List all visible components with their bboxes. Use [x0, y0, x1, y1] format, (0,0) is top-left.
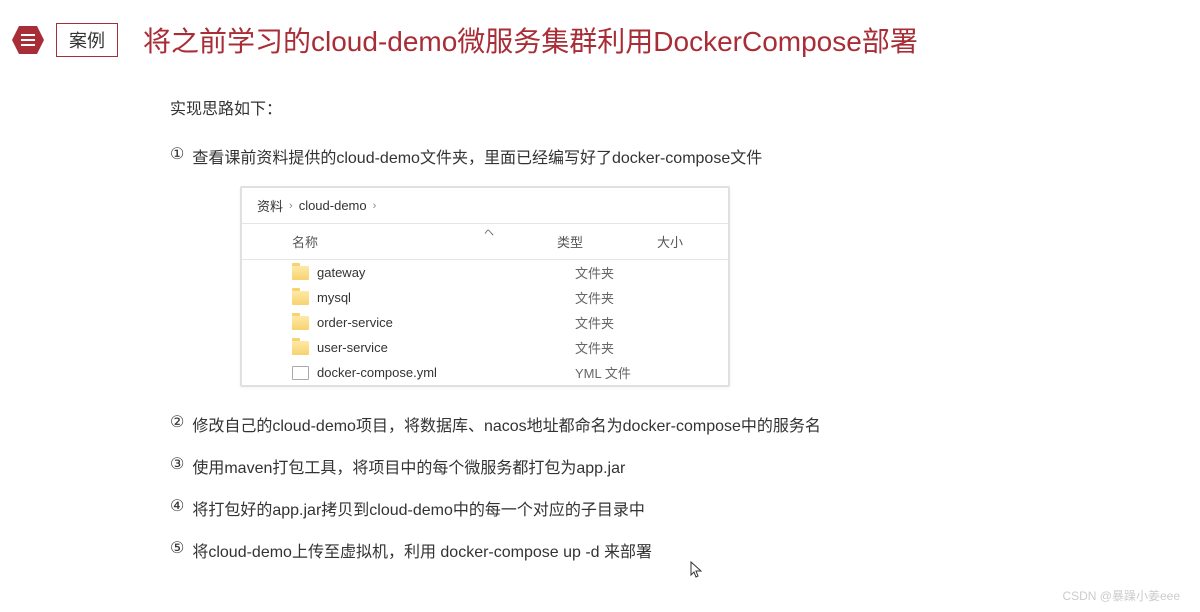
- slide-header: 案例 将之前学习的cloud-demo微服务集群利用DockerCompose部…: [10, 20, 1200, 60]
- file-name: order-service: [317, 315, 575, 330]
- step-3: ③ 使用maven打包工具，将项目中的每个微服务都打包为app.jar: [170, 454, 1200, 478]
- step-text: 将cloud-demo上传至虚拟机，利用 docker-compose up -…: [192, 538, 652, 562]
- step-1: ① 查看课前资料提供的cloud-demo文件夹，里面已经编写好了docker-…: [170, 144, 1200, 168]
- step-5: ⑤ 将cloud-demo上传至虚拟机，利用 docker-compose up…: [170, 538, 1200, 562]
- cursor-icon: [690, 561, 704, 582]
- file-type: 文件夹: [575, 313, 614, 332]
- breadcrumb-part: cloud-demo: [299, 198, 367, 213]
- file-row: gateway文件夹: [242, 260, 728, 285]
- file-name: gateway: [317, 265, 575, 280]
- slide-content: 实现思路如下： ① 查看课前资料提供的cloud-demo文件夹，里面已经编写好…: [170, 95, 1200, 562]
- badge-group: 案例: [10, 22, 118, 58]
- breadcrumb-part: 资料: [257, 196, 283, 215]
- file-type: 文件夹: [575, 263, 614, 282]
- step-number: ⑤: [170, 538, 184, 558]
- file-icon: [292, 366, 309, 380]
- step-number: ①: [170, 144, 184, 164]
- step-2: ② 修改自己的cloud-demo项目，将数据库、nacos地址都命名为dock…: [170, 412, 1200, 436]
- list-hexagon-icon: [10, 22, 46, 58]
- step-number: ③: [170, 454, 184, 474]
- watermark: CSDN @暴躁小姜eee: [1062, 587, 1180, 604]
- breadcrumb: 资料 › cloud-demo ›: [242, 188, 728, 224]
- badge-label: 案例: [56, 23, 118, 57]
- intro-text: 实现思路如下：: [170, 95, 1200, 119]
- step-number: ②: [170, 412, 184, 432]
- chevron-right-icon: ›: [373, 200, 377, 212]
- column-size: 大小: [657, 232, 713, 251]
- file-type: YML 文件: [575, 363, 631, 382]
- file-name: user-service: [317, 340, 575, 355]
- file-row: docker-compose.ymlYML 文件: [242, 360, 728, 385]
- step-text: 使用maven打包工具，将项目中的每个微服务都打包为app.jar: [192, 454, 625, 478]
- column-type: 类型: [557, 232, 657, 251]
- step-text: 修改自己的cloud-demo项目，将数据库、nacos地址都命名为docker…: [192, 412, 821, 436]
- file-row: order-service文件夹: [242, 310, 728, 335]
- step-4: ④ 将打包好的app.jar拷贝到cloud-demo中的每一个对应的子目录中: [170, 496, 1200, 520]
- file-name: mysql: [317, 290, 575, 305]
- column-name: 名称: [292, 232, 557, 251]
- sort-indicator-icon: ヘ: [484, 224, 494, 239]
- slide-title: 将之前学习的cloud-demo微服务集群利用DockerCompose部署: [143, 20, 918, 60]
- step-text: 将打包好的app.jar拷贝到cloud-demo中的每一个对应的子目录中: [192, 496, 645, 520]
- folder-icon: [292, 266, 309, 280]
- folder-icon: [292, 291, 309, 305]
- step-number: ④: [170, 496, 184, 516]
- file-type: 文件夹: [575, 338, 614, 357]
- file-browser-window: 资料 › cloud-demo › ヘ 名称 类型 大小 gateway文件夹m…: [240, 186, 730, 387]
- folder-icon: [292, 341, 309, 355]
- file-type: 文件夹: [575, 288, 614, 307]
- file-row: user-service文件夹: [242, 335, 728, 360]
- file-name: docker-compose.yml: [317, 365, 575, 380]
- file-row: mysql文件夹: [242, 285, 728, 310]
- step-text: 查看课前资料提供的cloud-demo文件夹，里面已经编写好了docker-co…: [192, 144, 762, 168]
- chevron-right-icon: ›: [289, 200, 293, 212]
- folder-icon: [292, 316, 309, 330]
